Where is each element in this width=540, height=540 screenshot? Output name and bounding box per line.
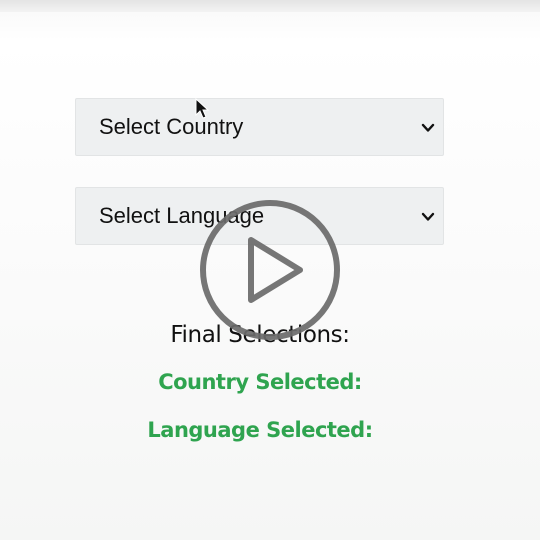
country-select-value: Select Country <box>99 114 244 139</box>
chevron-down-icon <box>421 212 435 221</box>
country-select[interactable]: Select Country <box>75 98 444 156</box>
language-selected-label: Language Selected: <box>147 418 373 442</box>
top-strip <box>0 0 540 12</box>
country-selected-label: Country Selected: <box>158 370 362 394</box>
page: Select Country Select Language Final Sel… <box>0 0 540 540</box>
chevron-down-icon <box>421 123 435 132</box>
play-icon[interactable] <box>199 199 341 341</box>
mouse-cursor-icon <box>195 98 210 119</box>
